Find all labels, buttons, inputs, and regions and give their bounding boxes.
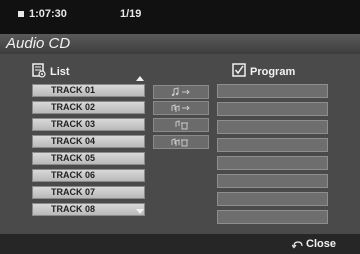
delete-track-button[interactable] bbox=[153, 118, 209, 132]
add-all-button[interactable] bbox=[153, 101, 209, 115]
return-icon bbox=[292, 240, 303, 248]
scroll-down-arrow-icon[interactable] bbox=[136, 209, 144, 214]
list-item[interactable]: TRACK 05 bbox=[32, 152, 145, 165]
list-item[interactable]: TRACK 01 bbox=[32, 84, 145, 97]
close-label: Close bbox=[306, 238, 336, 250]
list-icon bbox=[32, 63, 46, 78]
program-slot[interactable] bbox=[217, 174, 328, 188]
program-slot[interactable] bbox=[217, 138, 328, 152]
audio-cd-menu: 1:07:30 1/19 Audio CD List TRACK 01 TRAC… bbox=[0, 0, 360, 254]
title-bar: Audio CD bbox=[0, 34, 360, 54]
track-counter: 1/19 bbox=[120, 8, 142, 20]
list-item[interactable]: TRACK 08 bbox=[32, 203, 145, 216]
program-heading: Program bbox=[250, 66, 296, 78]
list-item[interactable]: TRACK 02 bbox=[32, 101, 145, 114]
music-note-trash-icon bbox=[175, 120, 188, 130]
disc-title: Audio CD bbox=[6, 35, 71, 52]
elapsed-time: 1:07:30 bbox=[29, 8, 67, 20]
track-list: TRACK 01 TRACK 02 TRACK 03 TRACK 04 TRAC… bbox=[32, 84, 145, 220]
footer-bar: Close bbox=[0, 234, 360, 254]
music-note-arrow-icon bbox=[171, 87, 190, 97]
list-item[interactable]: TRACK 07 bbox=[32, 186, 145, 199]
music-notes-arrow-icon bbox=[171, 104, 190, 112]
list-item[interactable]: TRACK 04 bbox=[32, 135, 145, 148]
music-notes-trash-icon bbox=[171, 138, 188, 147]
program-slot[interactable] bbox=[217, 192, 328, 206]
program-slot[interactable] bbox=[217, 156, 328, 170]
program-slot[interactable] bbox=[217, 210, 328, 224]
stop-icon bbox=[18, 11, 24, 17]
delete-all-button[interactable] bbox=[153, 135, 209, 149]
program-checkbox-icon bbox=[232, 63, 246, 77]
program-slot[interactable] bbox=[217, 84, 328, 98]
add-track-button[interactable] bbox=[153, 85, 209, 99]
scroll-up-arrow-icon[interactable] bbox=[136, 76, 144, 81]
program-list bbox=[217, 84, 328, 228]
list-heading: List bbox=[50, 66, 70, 78]
program-slot[interactable] bbox=[217, 120, 328, 134]
program-slot[interactable] bbox=[217, 102, 328, 116]
header: 1:07:30 1/19 Audio CD bbox=[0, 0, 360, 54]
close-button[interactable]: Close bbox=[292, 237, 336, 251]
list-item[interactable]: TRACK 06 bbox=[32, 169, 145, 182]
list-item[interactable]: TRACK 03 bbox=[32, 118, 145, 131]
